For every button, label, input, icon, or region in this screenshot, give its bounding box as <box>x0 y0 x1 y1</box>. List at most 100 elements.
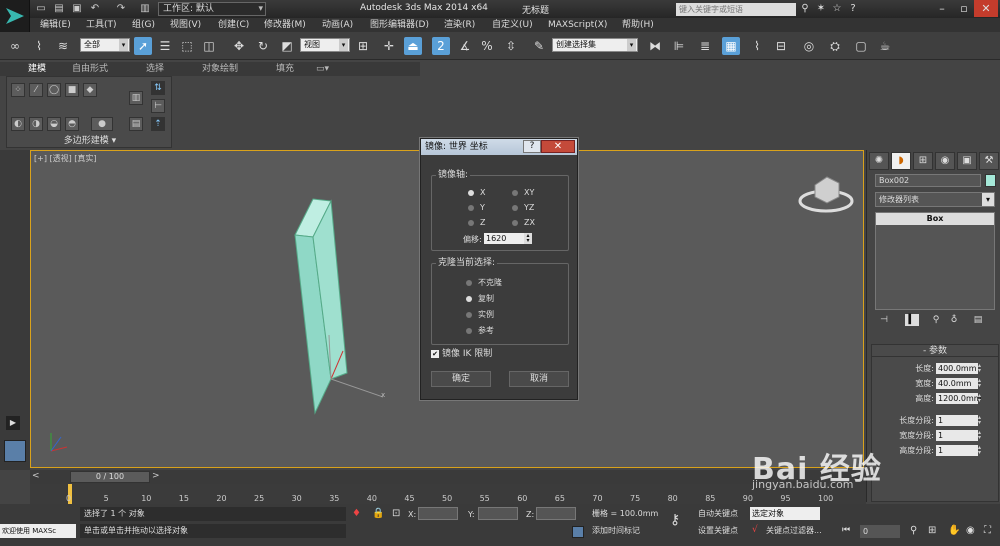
time-slider-knob[interactable]: 0 / 100 <box>70 471 150 483</box>
selection-filter-dropdown[interactable]: 全部 ▾ <box>80 38 130 52</box>
create-tab-icon[interactable]: ✺ <box>869 152 889 170</box>
ok-button[interactable]: 确定 <box>431 371 491 387</box>
z-coord-input[interactable] <box>536 507 576 520</box>
ribbon-tool-4-icon[interactable]: ◓ <box>65 117 79 131</box>
add-time-tag[interactable]: 添加时间标记 <box>592 524 640 538</box>
width-segs-input[interactable]: 1 <box>936 430 978 441</box>
search-input[interactable]: 键入关键字或短语 <box>676 3 796 16</box>
edit-named-sets-icon[interactable]: ✎ <box>530 37 548 55</box>
maximize-button[interactable]: ▫ <box>952 0 976 17</box>
polygon-mode-icon[interactable]: ■ <box>65 83 79 97</box>
menu-customize[interactable]: 自定义(U) <box>492 19 533 31</box>
curve-editor-icon[interactable]: ⌇ <box>748 37 766 55</box>
motion-tab-icon[interactable]: ◉ <box>935 152 955 170</box>
instance-radio[interactable]: 实例 <box>466 310 494 320</box>
tab-populate[interactable]: 填充 <box>276 63 294 75</box>
width-segs-spinner[interactable]: ▴ ▾ <box>978 430 984 441</box>
rollout-header[interactable]: - 参数 <box>872 345 998 357</box>
render-production-icon[interactable]: ☕ <box>876 37 894 55</box>
ribbon-tool-5-icon[interactable]: ● <box>91 117 113 131</box>
render-setup-icon[interactable]: ⛭ <box>826 37 844 55</box>
play-icon[interactable]: ▶ <box>6 416 20 430</box>
ribbon-side-1-icon[interactable]: ▥ <box>129 91 143 105</box>
border-mode-icon[interactable]: ◯ <box>47 83 61 97</box>
copy-radio[interactable]: 复制 <box>466 294 494 304</box>
favorites-icon[interactable]: ☆ <box>830 2 844 16</box>
make-unique-icon[interactable]: ⚲ <box>929 314 943 326</box>
height-segs-input[interactable]: 1 <box>936 445 978 456</box>
menu-create[interactable]: 创建(C) <box>218 19 249 31</box>
modify-tab-icon[interactable]: ◗ <box>891 152 911 170</box>
axis-z-radio[interactable]: Z <box>468 218 485 228</box>
vertex-mode-icon[interactable]: ⁘ <box>11 83 25 97</box>
height-input[interactable]: 1200.0mm <box>936 393 982 404</box>
key-filters-button[interactable]: 关键点过滤器... <box>766 525 822 536</box>
select-by-name-icon[interactable]: ☰ <box>156 37 174 55</box>
selected-dropdown[interactable]: 选定对象 <box>750 507 820 520</box>
help-icon[interactable]: ? <box>846 2 860 16</box>
tab-object-paint[interactable]: 对象绘制 <box>202 63 238 75</box>
axis-yz-radio[interactable]: YZ <box>512 203 534 213</box>
auto-key-button[interactable]: 自动关键点 <box>698 508 738 519</box>
minimize-button[interactable]: – <box>930 0 954 17</box>
isolate-icon[interactable]: ♦ <box>352 508 361 519</box>
save-file-icon[interactable]: ▣ <box>70 2 84 15</box>
schematic-view-icon[interactable]: ⊟ <box>772 37 790 55</box>
tab-selection[interactable]: 选择 <box>146 63 164 75</box>
percent-snap-icon[interactable]: % <box>478 37 496 55</box>
no-clone-radio[interactable]: 不克隆 <box>466 278 502 288</box>
unlink-icon[interactable]: ⌇ <box>30 37 48 55</box>
go-to-start-icon[interactable]: ⏮ <box>842 525 850 535</box>
height-segs-spinner[interactable]: ▴ ▾ <box>978 445 984 456</box>
tab-freeform[interactable]: 自由形式 <box>72 63 108 75</box>
ribbon-side-4-icon[interactable]: ⊢ <box>151 99 165 113</box>
track-bar[interactable]: 0 5 10 15 20 25 30 35 40 45 50 55 60 65 70 75 80 85 90 95 10… <box>30 484 866 504</box>
new-file-icon[interactable]: ▭ <box>34 2 48 15</box>
ribbon-panel-label[interactable]: 多边形建模 ▾ <box>7 135 173 147</box>
time-slider[interactable]: < 0 / 100 > <box>30 470 866 484</box>
selection-lock-icon[interactable]: 🔒 <box>372 508 384 519</box>
ribbon-options-icon[interactable]: ▭▾ <box>316 63 329 75</box>
y-coord-input[interactable] <box>478 507 518 520</box>
undo-icon[interactable]: ↶ <box>88 2 102 15</box>
length-segs-input[interactable]: 1 <box>936 415 978 426</box>
height-spinner[interactable]: ▴ ▾ <box>978 393 984 404</box>
open-file-icon[interactable]: ▤ <box>52 2 66 15</box>
binoculars-icon[interactable]: ⚲ <box>798 2 812 16</box>
offset-spinner[interactable]: ▴ ▾ <box>524 233 532 244</box>
menu-rendering[interactable]: 渲染(R) <box>444 19 475 31</box>
width-spinner[interactable]: ▴ ▾ <box>978 378 984 389</box>
ribbon-tool-1-icon[interactable]: ◐ <box>11 117 25 131</box>
zoom-icon[interactable]: ⚲ <box>910 525 917 536</box>
absolute-mode-icon[interactable]: ⊡ <box>392 508 400 519</box>
set-key-button[interactable]: 设置关键点 <box>698 525 738 536</box>
length-segs-spinner[interactable]: ▴ ▾ <box>978 415 984 426</box>
hierarchy-tab-icon[interactable]: ⊞ <box>913 152 933 170</box>
object-color-swatch[interactable] <box>985 174 996 187</box>
key-filter-icon[interactable]: √ <box>752 525 758 535</box>
display-tab-icon[interactable]: ▣ <box>957 152 977 170</box>
menu-group[interactable]: 组(G) <box>132 19 155 31</box>
select-object-icon[interactable]: ➚ <box>134 37 152 55</box>
select-manipulate-icon[interactable]: ✛ <box>380 37 398 55</box>
modifier-list-dropdown[interactable]: 修改器列表 ▾ <box>875 192 995 207</box>
rect-selection-icon[interactable]: ⬚ <box>178 37 196 55</box>
scale-icon[interactable]: ◩ <box>278 37 296 55</box>
spinner-snap-icon[interactable]: ⇳ <box>502 37 520 55</box>
configure-sets-icon[interactable]: ▤ <box>971 314 985 326</box>
close-button[interactable]: ✕ <box>974 0 998 17</box>
named-selection-dropdown[interactable]: 创建选择集 ▾ <box>552 38 638 52</box>
bind-spacewarp-icon[interactable]: ≋ <box>54 37 72 55</box>
utilities-tab-icon[interactable]: ⚒ <box>979 152 999 170</box>
align-icon[interactable]: ⊫ <box>670 37 688 55</box>
mirror-icon[interactable]: ⧓ <box>646 37 664 55</box>
zoom-all-icon[interactable]: ⊞ <box>928 525 936 536</box>
prev-frame-icon[interactable]: < <box>32 471 40 481</box>
graphite-toggle-icon[interactable]: ▦ <box>722 37 740 55</box>
dialog-close-button[interactable]: ✕ <box>541 140 575 153</box>
mirror-ik-checkbox[interactable]: ✔ 镜像 IK 限制 <box>431 349 492 359</box>
app-logo[interactable] <box>0 0 30 32</box>
ribbon-side-2-icon[interactable]: ▤ <box>129 117 143 131</box>
link-icon[interactable]: ∞ <box>6 37 24 55</box>
rendered-frame-icon[interactable]: ▢ <box>852 37 870 55</box>
